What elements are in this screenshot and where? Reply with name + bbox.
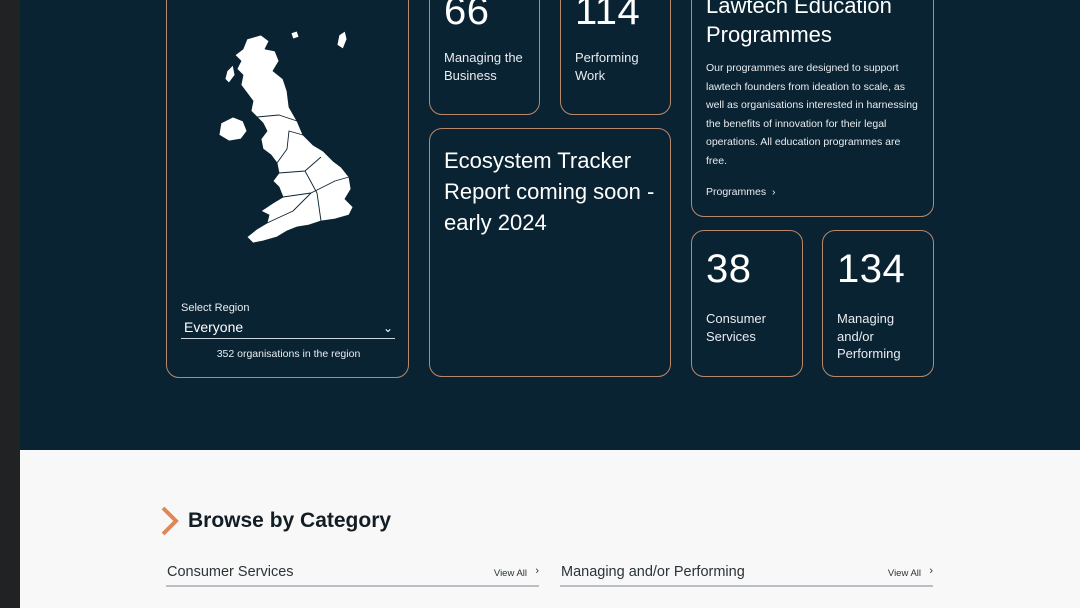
stat-value: 134 (837, 247, 906, 291)
stat-card-consumer-services[interactable]: 38 Consumer Services (691, 230, 803, 377)
tracker-title: Ecosystem Tracker Report coming soon - e… (444, 148, 655, 235)
view-all-link[interactable]: View All (494, 568, 527, 579)
education-title: Lawtech Education Programmes (706, 0, 892, 47)
stat-label: Managing and/or Performing (837, 311, 901, 361)
region-select-value: Everyone (184, 319, 244, 335)
stat-value: 66 (444, 0, 490, 33)
stat-label: Performing Work (575, 50, 639, 83)
region-select-label: Select Region (181, 302, 250, 314)
left-edge-strip (0, 0, 20, 608)
chevron-right-icon: › (929, 565, 933, 577)
stat-label: Consumer Services (706, 311, 766, 344)
stat-label: Managing the Business (444, 50, 523, 83)
programmes-link[interactable]: Programmes › (706, 186, 775, 198)
stat-card-managing-performing[interactable]: 134 Managing and/or Performing (822, 230, 934, 377)
chevron-right-icon: › (769, 186, 776, 198)
education-body: Our programmes are designed to support l… (706, 62, 918, 167)
education-card: Lawtech Education Programmes Our program… (691, 0, 934, 217)
category-row-consumer-services: Consumer Services View All › (166, 562, 539, 587)
region-card: Select Region Everyone ⌄ 352 organisatio… (166, 0, 409, 378)
uk-map-icon[interactable] (217, 31, 363, 246)
stat-card-managing-business[interactable]: 66 Managing the Business (429, 0, 540, 115)
category-name: Managing and/or Performing (561, 564, 745, 580)
chevron-down-icon: ⌄ (382, 321, 393, 335)
stat-value: 114 (575, 0, 641, 33)
region-count: 352 organisations in the region (216, 348, 361, 360)
chevron-right-icon: › (535, 565, 539, 577)
browse-title: Browse by Category (188, 509, 392, 532)
programmes-link-label: Programmes (706, 186, 767, 198)
chevron-right-icon (161, 506, 179, 536)
region-select[interactable]: Everyone ⌄ (181, 317, 395, 339)
stat-value: 38 (706, 247, 752, 291)
category-row-managing-performing: Managing and/or Performing View All › (560, 562, 933, 587)
tracker-card: Ecosystem Tracker Report coming soon - e… (429, 128, 671, 377)
stat-card-performing-work[interactable]: 114 Performing Work (560, 0, 671, 115)
category-name: Consumer Services (167, 564, 294, 580)
view-all-link[interactable]: View All (888, 568, 921, 579)
